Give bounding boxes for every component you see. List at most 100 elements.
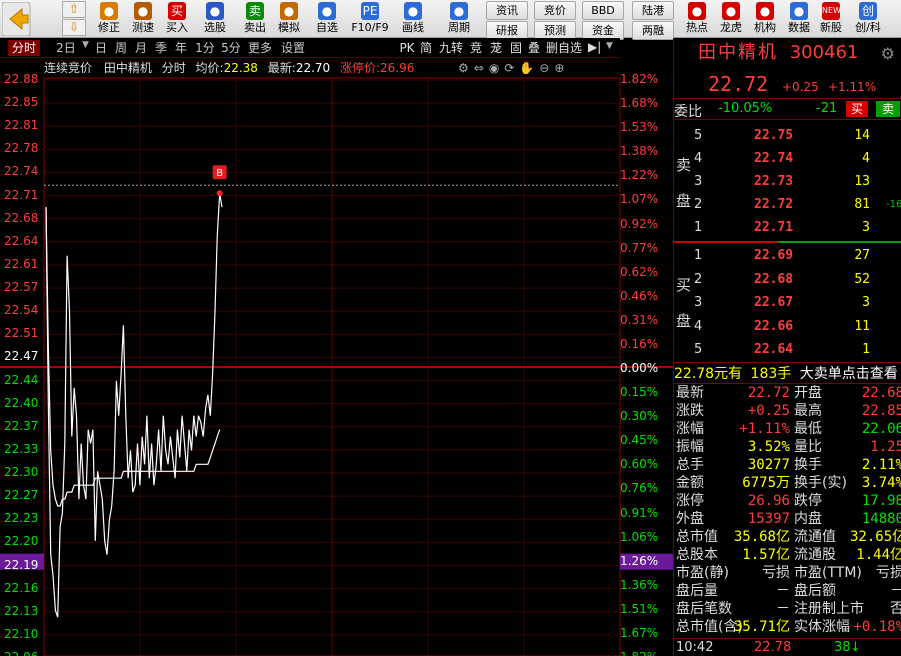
- price-tick: 22.40: [4, 395, 39, 410]
- toolbar-right-button-1[interactable]: ● 龙虎: [714, 0, 748, 38]
- tab-3[interactable]: 周: [112, 40, 130, 56]
- tab-7[interactable]: 1分: [193, 40, 217, 56]
- percent-tick: 1.26%: [620, 553, 659, 568]
- zoom-out-icon[interactable]: ⊖: [539, 61, 554, 75]
- toolbar-right-button-0[interactable]: ● 热点: [680, 0, 714, 38]
- toolbar-right-button-5[interactable]: 创创/科: [848, 0, 888, 38]
- ask-row[interactable]: 4 22.74 4: [674, 147, 901, 170]
- toolbar-right-button-3[interactable]: ● 数据: [782, 0, 816, 38]
- tool-tab-0[interactable]: PK: [398, 40, 416, 56]
- toolbar-button-5[interactable]: ● 模拟: [272, 0, 306, 38]
- ask-row[interactable]: 1 22.71 3: [674, 216, 901, 239]
- bid-row[interactable]: 3 22.67 3: [674, 291, 901, 314]
- toolbar-pair-top-button[interactable]: 陆港: [632, 1, 674, 20]
- eye-icon[interactable]: ◉: [489, 61, 504, 75]
- tool-tab-1[interactable]: 简: [417, 40, 435, 56]
- toolbar-right-button-2[interactable]: ● 机构: [748, 0, 782, 38]
- percent-tick: 0.92%: [620, 216, 659, 231]
- tab-0[interactable]: 分时: [8, 40, 40, 56]
- nav-up-button[interactable]: ⇧: [62, 1, 86, 18]
- toolbar-pair-top-button[interactable]: 竞价: [534, 1, 576, 20]
- tab-9[interactable]: 更多: [246, 40, 274, 56]
- quote-label: 总股本: [676, 547, 718, 563]
- toolbar-button-8[interactable]: ● 画线: [396, 0, 430, 38]
- gavel-icon: ●: [280, 2, 298, 20]
- toolbar-right-button-4[interactable]: NEW 新股: [814, 0, 848, 38]
- toolbar-button-6[interactable]: ● 自选: [310, 0, 344, 38]
- align-icon[interactable]: ⇔: [474, 61, 489, 75]
- tool-tab-6[interactable]: 叠: [525, 40, 543, 56]
- bid-price: 22.66: [754, 318, 794, 334]
- hand-icon[interactable]: ✋: [519, 61, 539, 75]
- back-button[interactable]: [1, 1, 50, 37]
- quick-buy-button[interactable]: 买: [846, 101, 868, 117]
- quote-value: 22.85: [861, 403, 901, 419]
- percent-tick: 0.76%: [620, 481, 659, 496]
- quote-label: 流通值: [794, 529, 836, 545]
- tab-2[interactable]: 日: [92, 40, 110, 56]
- toolbar-button-4[interactable]: 卖卖出: [238, 0, 272, 38]
- refresh-icon[interactable]: ⟳: [504, 61, 519, 75]
- bid-row[interactable]: 2 22.68 52: [674, 268, 901, 291]
- clock-icon: ●: [134, 2, 152, 20]
- price-tick: 22.13: [4, 603, 39, 618]
- toolbar-button-9[interactable]: ● 周期: [442, 0, 476, 38]
- tool-tab-2[interactable]: 九转: [436, 40, 466, 56]
- price-tick: 22.37: [4, 418, 39, 433]
- gear-icon[interactable]: ⚙: [881, 44, 895, 63]
- quote-label: 换手: [794, 457, 822, 473]
- tool-tab-3[interactable]: 竞: [467, 40, 485, 56]
- toolbar-button-label: 画线: [402, 21, 424, 34]
- price-tick: 22.85: [4, 95, 39, 110]
- price-tick: 22.23: [4, 511, 39, 526]
- chart-tool-icons: ⚙⇔◉⟳✋⊖⊕: [458, 58, 569, 78]
- toolbar-pair-top-button[interactable]: 资讯: [486, 1, 528, 20]
- ask-row[interactable]: 3 22.73 13: [674, 170, 901, 193]
- quote-value: －: [776, 583, 790, 599]
- quick-sell-button[interactable]: 卖: [876, 101, 900, 117]
- tab-6[interactable]: 年: [172, 40, 190, 56]
- bid-level: 3: [694, 295, 703, 310]
- bid-row[interactable]: 5 22.64 1: [674, 338, 901, 361]
- more-dropdown-icon[interactable]: ▼: [606, 41, 613, 51]
- tab-4[interactable]: 月: [132, 40, 150, 56]
- settings-icon[interactable]: ⚙: [458, 61, 474, 75]
- toolbar-pair-bottom-button[interactable]: 两融: [632, 21, 674, 40]
- toolbar-pair-top-button[interactable]: BBD: [582, 1, 624, 20]
- tab-8[interactable]: 5分: [219, 40, 243, 56]
- nav-down-button[interactable]: ⇩: [62, 19, 86, 36]
- toolbar-button-0[interactable]: ● 修正: [92, 0, 126, 38]
- tool-tab-7[interactable]: 删自选: [544, 40, 584, 56]
- toolbar-button-1[interactable]: ● 测速: [126, 0, 160, 38]
- bid-level: 5: [694, 342, 703, 357]
- bid-row[interactable]: 4 22.66 11: [674, 315, 901, 338]
- tab-1[interactable]: 2日: [46, 40, 86, 56]
- new-icon: NEW: [822, 2, 841, 20]
- building-icon: ●: [756, 2, 774, 20]
- tab-5[interactable]: 季: [152, 40, 170, 56]
- toolbar-button-3[interactable]: ● 选股: [198, 0, 232, 38]
- panel-toggle-icon[interactable]: ▶|: [588, 40, 601, 54]
- bid-level: 1: [694, 248, 703, 263]
- big-order-banner[interactable]: 22.78元有 183手 大卖单点击查看: [674, 362, 901, 384]
- percent-tick: 0.91%: [620, 505, 659, 520]
- tool-tab-4[interactable]: 茏: [487, 40, 505, 56]
- zoom-in-icon[interactable]: ⊕: [554, 61, 569, 75]
- toolbar-button-2[interactable]: 买买入: [160, 0, 194, 38]
- ask-row[interactable]: 2 22.72 81 -16: [674, 193, 901, 216]
- quote-row: 总手 30277 换手 2.11%: [674, 456, 901, 474]
- percent-tick: 1.07%: [620, 192, 659, 207]
- bid-price: 22.64: [754, 342, 794, 357]
- bid-row[interactable]: 1 22.69 27: [674, 244, 901, 267]
- tool-tab-5[interactable]: 固: [507, 40, 525, 56]
- toolbar-right-button-label: 创/科: [855, 21, 881, 34]
- ask-row[interactable]: 5 22.75 14: [674, 124, 901, 147]
- price-tick: 22.71: [4, 187, 39, 202]
- buy-point: [216, 190, 223, 197]
- percent-tick: 0.62%: [620, 264, 659, 279]
- tab-10[interactable]: 设置: [278, 40, 308, 56]
- toolbar-button-7[interactable]: PE F10/F9: [348, 0, 392, 38]
- period-dropdown-icon[interactable]: ▼: [82, 40, 89, 50]
- quote-row: 盘后量－盘后额－: [674, 582, 901, 600]
- limit-label: 涨停价:: [340, 61, 381, 75]
